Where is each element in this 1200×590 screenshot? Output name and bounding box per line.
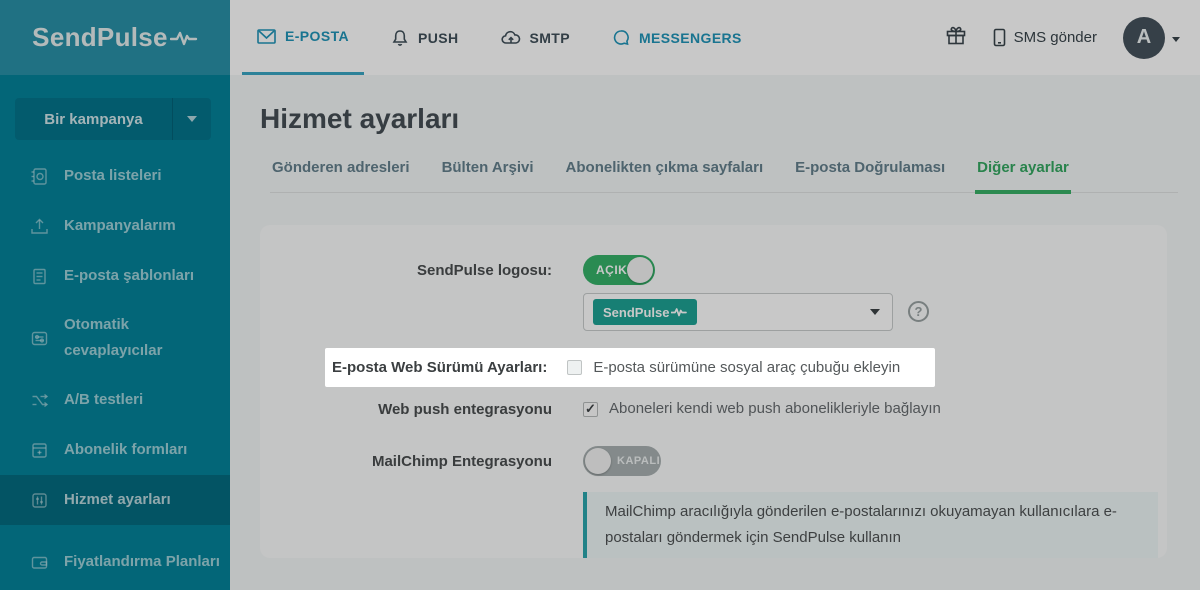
- toggle-on-label: AÇIK: [583, 263, 627, 277]
- nav-tab-messengers[interactable]: MESSENGERS: [597, 0, 757, 75]
- mailchimp-toggle-off[interactable]: KAPALI: [583, 446, 661, 476]
- bell-icon: [391, 29, 409, 47]
- avatar[interactable]: A: [1123, 17, 1165, 59]
- nav-tab-label: E-POSTA: [285, 28, 349, 44]
- sliders-icon: [30, 491, 49, 510]
- send-sms-label: SMS gönder: [1014, 29, 1097, 46]
- sidebar-item-label: Otomatik cevaplayıcılar: [64, 312, 220, 364]
- web-version-label: E-posta Web Sürümü Ayarları:: [332, 359, 547, 376]
- pulse-icon: [170, 28, 198, 48]
- social-toolbar-caption: E-posta sürümüne sosyal araç çubuğu ekle…: [593, 359, 900, 376]
- logo-setting-label: SendPulse logosu:: [260, 261, 552, 281]
- toggle-knob: [585, 448, 611, 474]
- sidebar: SendPulse Bir kampanya Posta listeleri K…: [0, 0, 230, 590]
- logo-toggle-on[interactable]: AÇIK: [583, 255, 655, 285]
- sendpulse-logo[interactable]: SendPulse: [32, 22, 198, 53]
- tab-unsubscribe-pages[interactable]: Abonelikten çıkma sayfaları: [564, 159, 766, 192]
- sidebar-item-label: Posta listeleri: [64, 163, 162, 189]
- chevron-down-icon: [187, 116, 197, 122]
- help-icon[interactable]: ?: [908, 301, 929, 322]
- web-push-checkbox[interactable]: [583, 402, 598, 417]
- web-version-settings-row: E-posta Web Sürümü Ayarları: E-posta sür…: [325, 348, 935, 387]
- sidebar-item-label: Abonelik formları: [64, 437, 187, 463]
- tab-other-settings[interactable]: Diğer ayarlar: [975, 159, 1071, 194]
- shuffle-icon: [30, 391, 49, 410]
- page-title: Hizmet ayarları: [230, 75, 1200, 135]
- web-push-row: Aboneleri kendi web push abonelikleriyle…: [583, 400, 941, 417]
- sidebar-item-ab-tests[interactable]: A/B testleri: [0, 375, 230, 425]
- nav-tab-push[interactable]: PUSH: [376, 0, 474, 75]
- nav-tab-email[interactable]: E-POSTA: [242, 0, 364, 75]
- sendpulse-badge: SendPulse: [593, 299, 697, 325]
- gift-icon[interactable]: [945, 25, 967, 51]
- sidebar-item-label: Fiyatlandırma Planları: [64, 549, 220, 575]
- sidebar-item-label: A/B testleri: [64, 387, 143, 413]
- main-content: Hizmet ayarları Gönderen adresleri Bülte…: [230, 75, 1200, 590]
- sidebar-item-email-templates[interactable]: E-posta şablonları: [0, 251, 230, 301]
- form-plus-icon: [30, 441, 49, 460]
- settings-tabs: Gönderen adresleri Bülten Arşivi Aboneli…: [270, 159, 1178, 193]
- wallet-icon: [30, 553, 49, 572]
- sidebar-item-label: E-posta şablonları: [64, 263, 194, 289]
- topbar-right-cluster: SMS gönder A: [945, 0, 1200, 75]
- sidebar-item-service-settings[interactable]: Hizmet ayarları: [0, 475, 230, 525]
- create-campaign-label: Bir kampanya: [15, 111, 172, 128]
- toggle-knob: [627, 257, 653, 283]
- badge-text: SendPulse: [603, 305, 669, 320]
- nav-tab-label: MESSENGERS: [639, 30, 742, 46]
- template-icon: [30, 267, 49, 286]
- cloud-upload-icon: [501, 30, 521, 46]
- tab-email-verification[interactable]: E-posta Doğrulaması: [793, 159, 947, 192]
- sendpulse-logo-text: SendPulse: [32, 22, 168, 53]
- sidebar-item-label: Kampanyalarım: [64, 213, 176, 239]
- web-push-label: Web push entegrasyonu: [260, 400, 552, 420]
- campaign-caret[interactable]: [172, 98, 211, 140]
- account-menu[interactable]: A: [1123, 17, 1180, 59]
- chevron-down-icon: [870, 309, 880, 315]
- topbar: E-POSTA PUSH SMTP MESSENGERS SMS gönder …: [230, 0, 1200, 75]
- mailchimp-info-note: MailChimp aracılığıyla gönderilen e-post…: [583, 492, 1158, 558]
- logo-style-dropdown[interactable]: SendPulse: [583, 293, 893, 331]
- nav-tab-label: PUSH: [418, 30, 459, 46]
- address-book-icon: [30, 167, 49, 186]
- web-push-caption: Aboneleri kendi web push abonelikleriyle…: [609, 400, 941, 417]
- tab-sender-addresses[interactable]: Gönderen adresleri: [270, 159, 412, 192]
- nav-tab-label: SMTP: [530, 30, 571, 46]
- tab-newsletter-archive[interactable]: Bülten Arşivi: [440, 159, 536, 192]
- social-toolbar-checkbox[interactable]: [567, 360, 582, 375]
- create-campaign-button[interactable]: Bir kampanya: [15, 98, 211, 140]
- sidebar-nav: Posta listeleri Kampanyalarım E-posta şa…: [0, 151, 230, 590]
- envelope-icon: [257, 29, 276, 44]
- sidebar-item-label: Hizmet ayarları: [64, 487, 171, 513]
- sidebar-item-subscription-forms[interactable]: Abonelik formları: [0, 425, 230, 475]
- send-sms-button[interactable]: SMS gönder: [993, 28, 1097, 47]
- send-campaign-icon: [30, 217, 49, 236]
- sidebar-header: SendPulse: [0, 0, 230, 75]
- sidebar-item-autoresponders[interactable]: Otomatik cevaplayıcılar: [0, 301, 230, 375]
- phone-icon: [993, 28, 1006, 47]
- sidebar-item-my-campaigns[interactable]: Kampanyalarım: [0, 201, 230, 251]
- chat-bubble-icon: [612, 29, 630, 47]
- mailchimp-label: MailChimp Entegrasyonu: [260, 452, 552, 472]
- pulse-icon: [671, 306, 687, 318]
- app-window: SendPulse Bir kampanya Posta listeleri K…: [0, 0, 1200, 590]
- sidebar-item-mailing-lists[interactable]: Posta listeleri: [0, 151, 230, 201]
- chevron-down-icon: [1172, 37, 1180, 42]
- settings-panel: SendPulse logosu: AÇIK SendPulse ? E-pos…: [260, 225, 1167, 558]
- nav-tab-smtp[interactable]: SMTP: [486, 0, 586, 75]
- sidebar-item-pricing-plans[interactable]: Fiyatlandırma Planları: [0, 525, 230, 590]
- autoresponder-icon: [30, 329, 49, 348]
